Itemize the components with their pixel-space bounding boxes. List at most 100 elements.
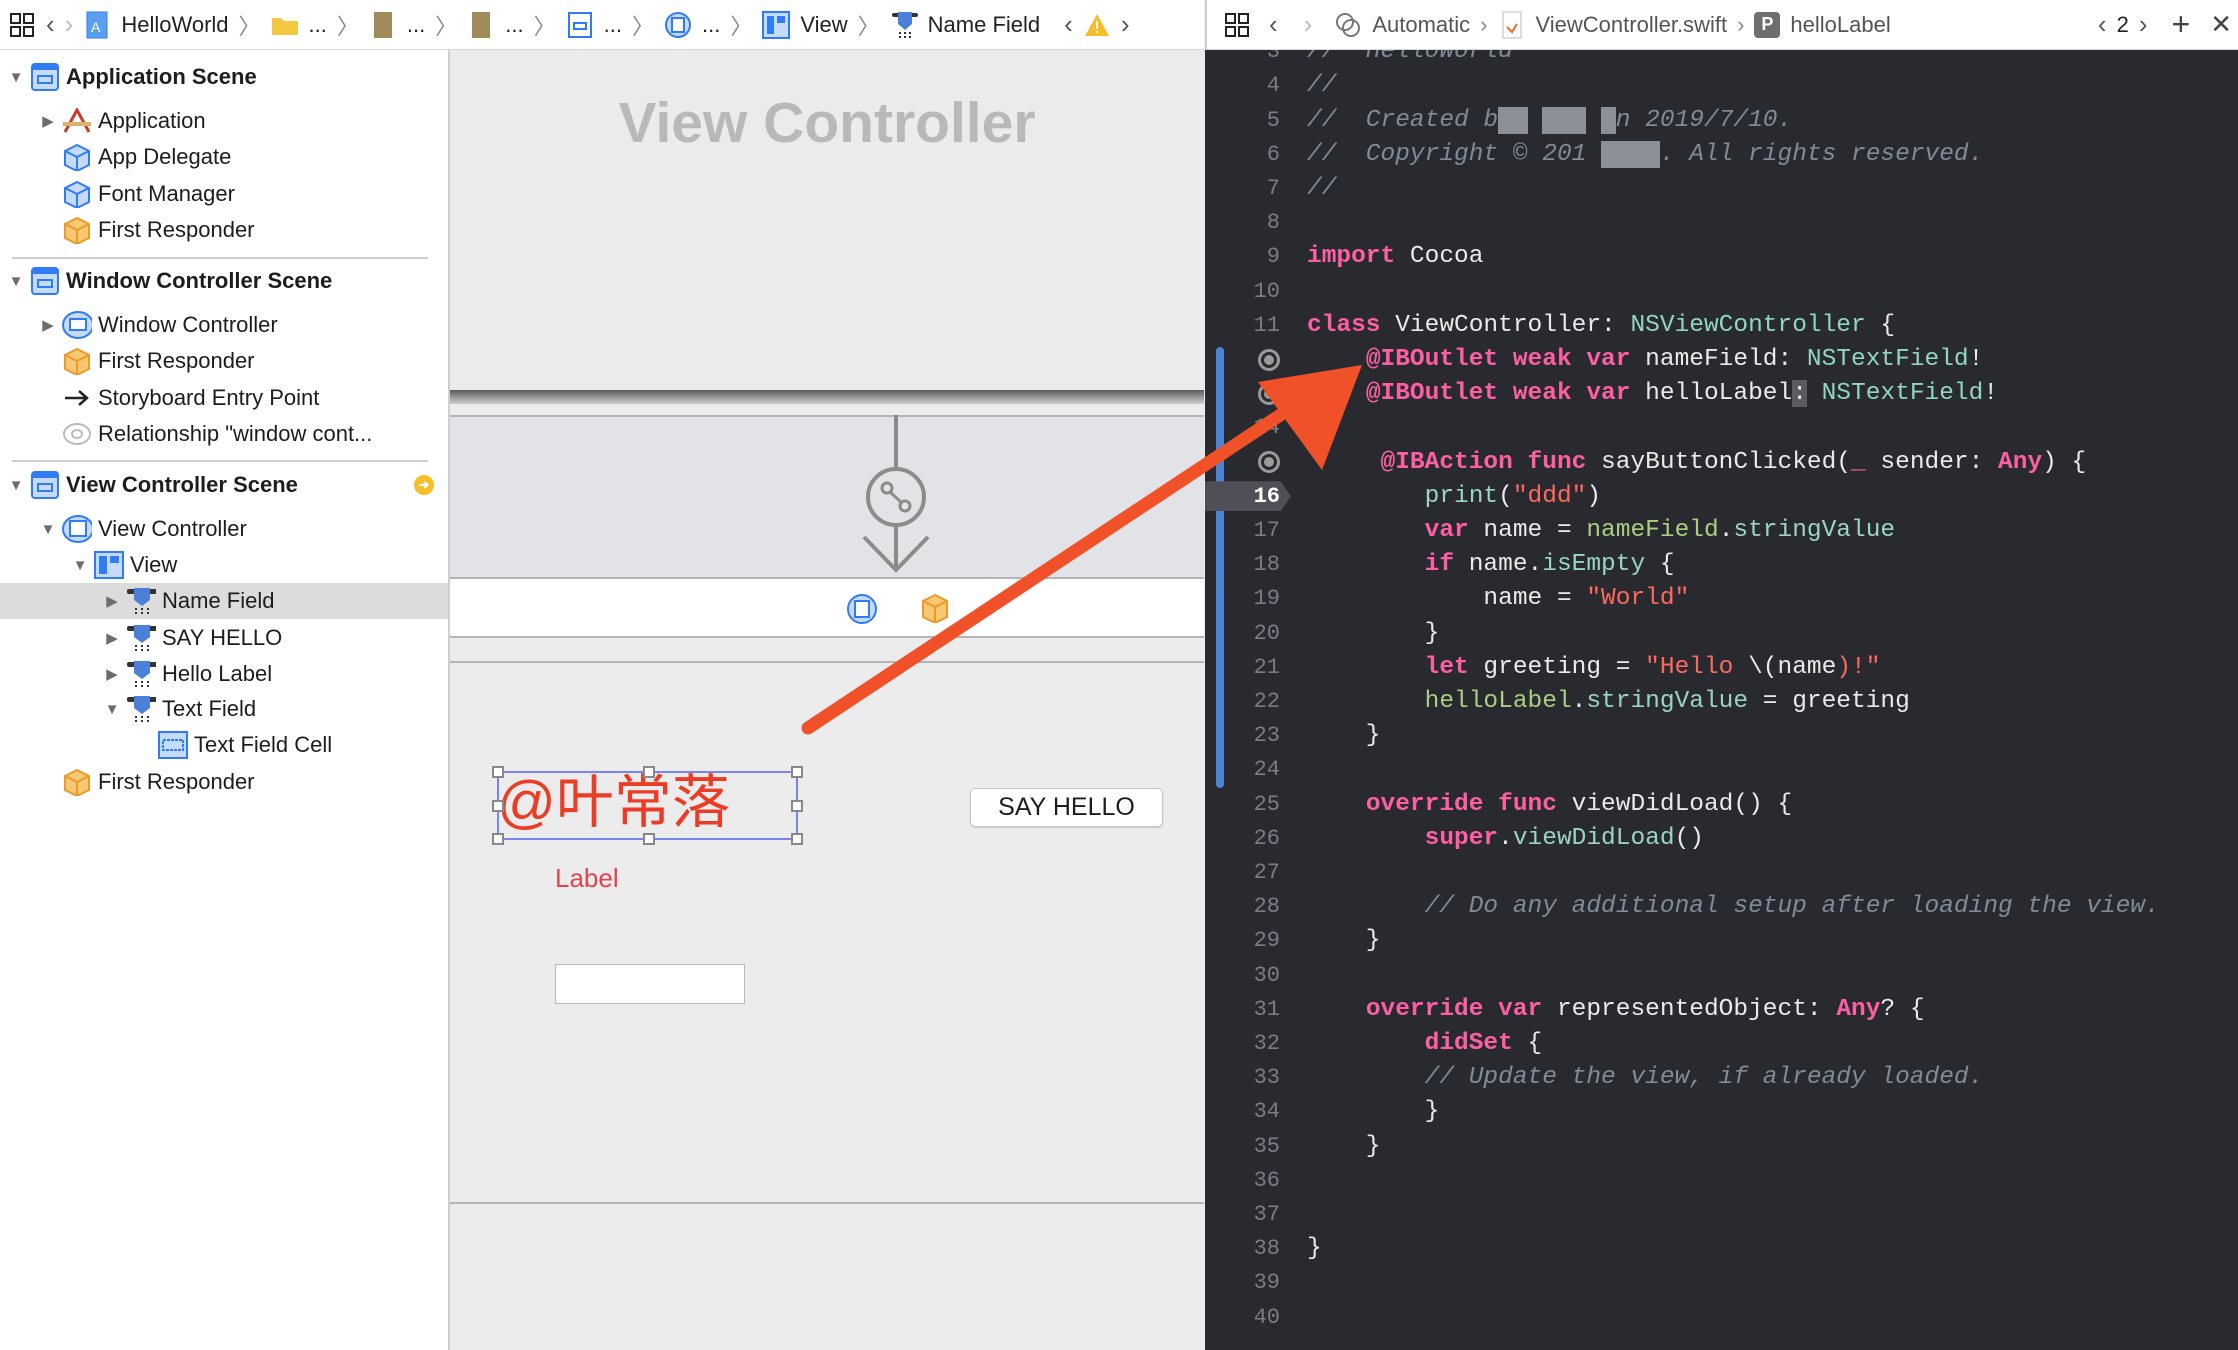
storyboard-canvas[interactable]: View Controller @叶常落 Label SAY HELLO bbox=[450, 50, 1204, 1350]
crumb-storyboard[interactable]: ... bbox=[407, 12, 425, 38]
scene-warning-badge-icon[interactable]: ➜ bbox=[414, 475, 434, 495]
code-line[interactable]: 18 if name.isEmpty { bbox=[1205, 548, 2238, 582]
crumb-symbol[interactable]: helloLabel bbox=[1790, 12, 1890, 38]
code-line[interactable]: 34 } bbox=[1205, 1095, 2238, 1129]
code-line[interactable]: 10 bbox=[1205, 274, 2238, 308]
code-line[interactable]: 38} bbox=[1205, 1232, 2238, 1266]
disclosure-collapsed-icon[interactable]: ▶ bbox=[38, 112, 58, 130]
disclosure-expanded-icon[interactable]: ▼ bbox=[102, 701, 122, 718]
source-editor[interactable]: 3 // HelloWorld 4 // 5 // Created b n 2019/7/… bbox=[1205, 50, 2238, 1350]
outline-item[interactable]: Text Field Cell bbox=[0, 727, 448, 763]
close-editor-icon[interactable]: ✕ bbox=[2210, 9, 2232, 40]
code-line[interactable]: 6 // Copyright © 201 . All rights reserve… bbox=[1205, 137, 2238, 171]
outlet-connection-icon[interactable] bbox=[1258, 451, 1280, 474]
code-line[interactable]: 27 bbox=[1205, 856, 2238, 890]
disclosure-collapsed-icon[interactable]: ▶ bbox=[102, 665, 122, 683]
crumb-scene[interactable]: ... bbox=[604, 12, 622, 38]
disclosure-expanded-icon[interactable]: ▼ bbox=[38, 521, 58, 538]
code-line[interactable]: 23 } bbox=[1205, 719, 2238, 753]
outline-item[interactable]: ▶ Name Field bbox=[0, 583, 448, 619]
code-line[interactable]: 8 bbox=[1205, 206, 2238, 240]
warning-icon[interactable] bbox=[1083, 10, 1111, 40]
code-line[interactable]: 16 print("ddd") bbox=[1205, 479, 2238, 513]
disclosure-collapsed-icon[interactable]: ▶ bbox=[38, 316, 58, 334]
code-line[interactable]: 33 // Update the view, if already loaded… bbox=[1205, 1061, 2238, 1095]
resize-handle[interactable] bbox=[791, 800, 803, 812]
code-line[interactable]: 39 bbox=[1205, 1266, 2238, 1300]
resize-handle[interactable] bbox=[643, 833, 655, 845]
code-line[interactable]: 20 } bbox=[1205, 616, 2238, 650]
code-line[interactable]: @IBAction func sayButtonClicked(_ sender… bbox=[1205, 445, 2238, 479]
code-line[interactable]: 11 class ViewController: NSViewController… bbox=[1205, 308, 2238, 342]
outline-item[interactable]: App Delegate bbox=[0, 139, 448, 175]
next-issue-chevron-icon[interactable]: › bbox=[1121, 9, 1130, 40]
disclosure-collapsed-icon[interactable]: ▶ bbox=[102, 592, 122, 610]
crumb-base[interactable]: ... bbox=[505, 12, 523, 38]
code-line[interactable]: 24 bbox=[1205, 753, 2238, 787]
code-line[interactable]: 36 bbox=[1205, 1163, 2238, 1197]
disclosure-expanded-icon[interactable]: ▼ bbox=[6, 69, 26, 86]
disclosure-expanded-icon[interactable]: ▼ bbox=[6, 273, 26, 290]
crumb-name-field[interactable]: Name Field bbox=[928, 12, 1040, 38]
resize-handle[interactable] bbox=[492, 833, 504, 845]
back-chevron-icon[interactable]: ‹ bbox=[46, 9, 55, 40]
name-field[interactable]: @叶常落 bbox=[492, 766, 803, 845]
code-line[interactable]: 4 // bbox=[1205, 69, 2238, 103]
disclosure-expanded-icon[interactable]: ▼ bbox=[70, 557, 90, 574]
code-line[interactable]: 25 override func viewDidLoad() { bbox=[1205, 787, 2238, 821]
resize-handle[interactable] bbox=[791, 833, 803, 845]
resize-handle[interactable] bbox=[643, 766, 655, 778]
segue-relationship-icon[interactable] bbox=[450, 415, 1204, 577]
code-line[interactable]: 3 // HelloWorld bbox=[1205, 50, 2238, 69]
outline-item[interactable]: ▶ SAY HELLO bbox=[0, 620, 448, 656]
related-items-grid-icon[interactable] bbox=[8, 10, 36, 40]
previous-issue-chevron-icon[interactable]: ‹ bbox=[1064, 9, 1073, 40]
crumb-view[interactable]: View bbox=[800, 12, 847, 38]
code-line[interactable]: 32 didSet { bbox=[1205, 1027, 2238, 1061]
resize-handle[interactable] bbox=[791, 766, 803, 778]
code-line[interactable]: 14 bbox=[1205, 411, 2238, 445]
code-line[interactable]: 9 import Cocoa bbox=[1205, 240, 2238, 274]
disclosure-collapsed-icon[interactable]: ▶ bbox=[102, 629, 122, 647]
view-controller-icon[interactable] bbox=[846, 593, 878, 630]
code-line[interactable]: 22 helloLabel.stringValue = greeting bbox=[1205, 685, 2238, 719]
crumb-folder[interactable]: ... bbox=[309, 12, 327, 38]
outline-item[interactable]: Relationship "window cont... bbox=[0, 416, 448, 452]
code-line[interactable]: 30 bbox=[1205, 958, 2238, 992]
code-line[interactable]: 29 } bbox=[1205, 924, 2238, 958]
code-line[interactable]: 26 super.viewDidLoad() bbox=[1205, 821, 2238, 855]
code-line[interactable]: 37 bbox=[1205, 1198, 2238, 1232]
outline-item[interactable]: ▼ View bbox=[0, 547, 448, 583]
outline-item[interactable]: ▶ Hello Label bbox=[0, 656, 448, 692]
hello-label[interactable]: Label bbox=[555, 863, 619, 894]
crumb-file[interactable]: ViewController.swift bbox=[1536, 12, 1728, 38]
previous-counterpart-chevron-icon[interactable]: ‹ bbox=[2098, 9, 2107, 40]
outlet-connection-icon[interactable] bbox=[1258, 382, 1280, 405]
code-line[interactable]: 28 // Do any additional setup after load… bbox=[1205, 890, 2238, 924]
crumb-automatic[interactable]: Automatic bbox=[1372, 12, 1470, 38]
code-line[interactable]: 5 // Created b n 2019/7/10. bbox=[1205, 103, 2238, 137]
code-line[interactable]: 19 name = "World" bbox=[1205, 582, 2238, 616]
code-line[interactable]: 17 var name = nameField.stringValue bbox=[1205, 514, 2238, 548]
crumb-project[interactable]: HelloWorld bbox=[121, 12, 228, 38]
outline-item[interactable]: Font Manager bbox=[0, 176, 448, 212]
say-hello-button[interactable]: SAY HELLO bbox=[970, 788, 1163, 827]
disclosure-expanded-icon[interactable]: ▼ bbox=[6, 477, 26, 494]
outline-item[interactable]: Storyboard Entry Point bbox=[0, 380, 448, 416]
add-editor-plus-icon[interactable]: + bbox=[2172, 6, 2191, 43]
forward-chevron-icon[interactable]: › bbox=[1304, 9, 1313, 40]
related-items-grid-icon[interactable] bbox=[1223, 10, 1251, 40]
outline-item[interactable]: First Responder bbox=[0, 764, 448, 800]
crumb-view-controller[interactable]: ... bbox=[702, 12, 720, 38]
outline-item[interactable]: ▶ Window Controller bbox=[0, 307, 448, 343]
outline-item[interactable]: ▼ Text Field bbox=[0, 691, 448, 727]
outline-item[interactable]: First Responder bbox=[0, 212, 448, 248]
text-field[interactable] bbox=[555, 964, 745, 1004]
resize-handle[interactable] bbox=[492, 800, 504, 812]
code-line[interactable]: 35 } bbox=[1205, 1129, 2238, 1163]
code-line[interactable]: @IBOutlet weak var nameField: NSTextFiel… bbox=[1205, 343, 2238, 377]
resize-handle[interactable] bbox=[492, 766, 504, 778]
first-responder-icon[interactable] bbox=[920, 593, 950, 628]
outline-item[interactable]: ▼ Application Scene bbox=[0, 59, 448, 95]
outline-item[interactable]: ▶ Application bbox=[0, 103, 448, 139]
